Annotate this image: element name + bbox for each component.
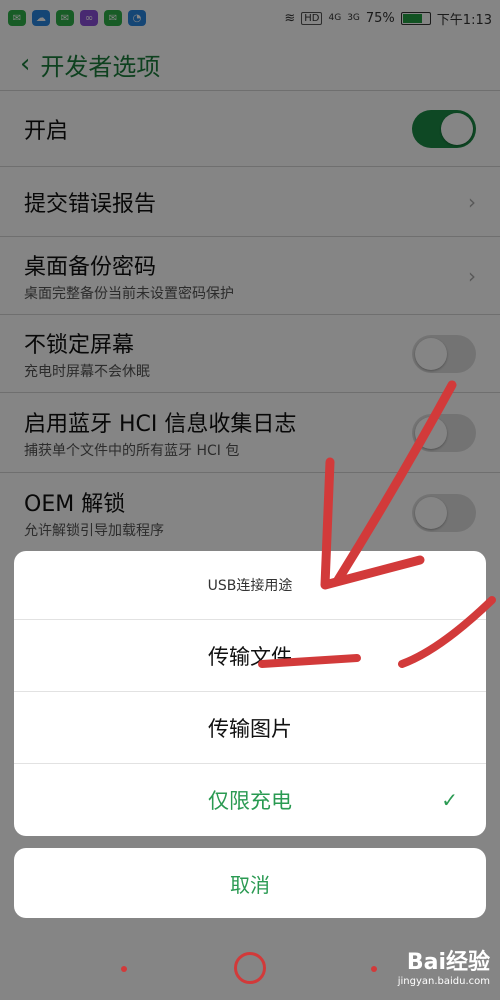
nav-recents-button[interactable] (371, 966, 377, 972)
navigation-bar: Bai经验 jingyan.baidu.com (0, 938, 500, 1000)
dialog-title: USB连接用途 (207, 578, 293, 594)
option-transfer-files[interactable]: 传输文件 (14, 619, 486, 691)
watermark-brand: Bai经验 (406, 950, 490, 975)
cancel-button[interactable]: 取消 (14, 848, 486, 918)
baidu-jingyan-watermark: Bai经验 jingyan.baidu.com (398, 944, 490, 987)
nav-back-button[interactable] (121, 966, 127, 972)
nav-home-button[interactable] (234, 952, 266, 984)
checkmark-icon: ✓ (441, 788, 458, 812)
option-transfer-photos[interactable]: 传输图片 (14, 691, 486, 763)
option-label: 仅限充电 (208, 788, 292, 813)
watermark-url: jingyan.baidu.com (397, 976, 490, 987)
option-charge-only[interactable]: 仅限充电 ✓ (14, 763, 486, 835)
usb-purpose-dialog: USB连接用途 传输文件 传输图片 仅限充电 ✓ (14, 551, 486, 836)
